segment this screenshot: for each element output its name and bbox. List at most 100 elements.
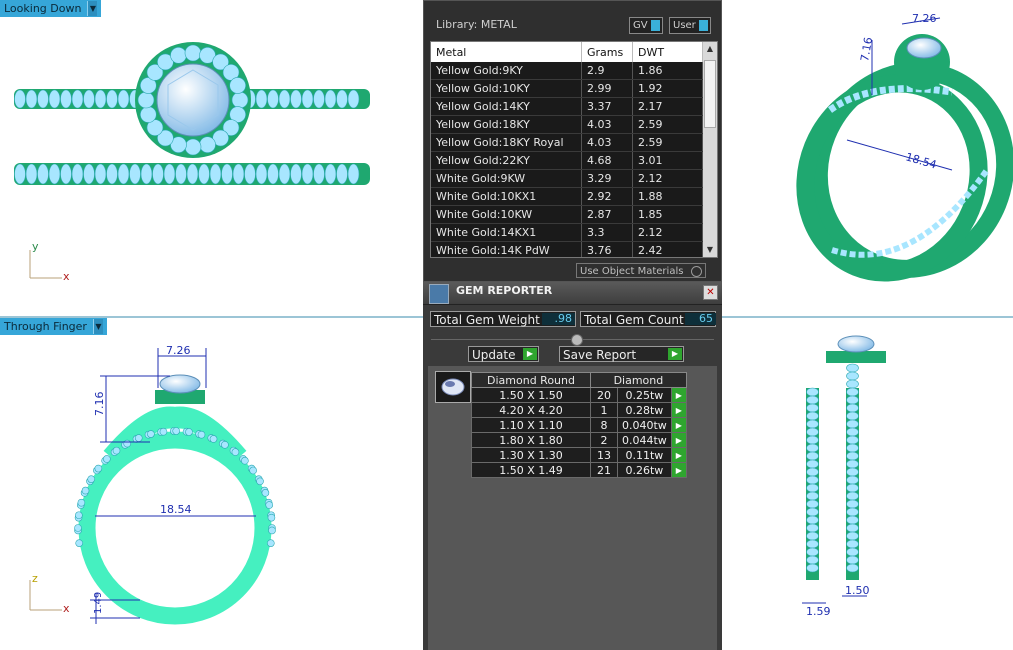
use-object-materials-toggle[interactable]: Use Object Materials bbox=[576, 263, 706, 278]
metal-row[interactable]: White Gold:14KX1 3.3 2.12 bbox=[431, 223, 703, 242]
band-stone bbox=[313, 89, 325, 109]
metal-cell-grams: 2.87 bbox=[581, 205, 633, 224]
viewport-side[interactable]: 1.59 1.50 bbox=[722, 318, 1013, 650]
metal-cell-grams: 4.03 bbox=[581, 133, 633, 152]
metal-row[interactable]: Yellow Gold:14KY 3.37 2.17 bbox=[431, 97, 703, 116]
metal-row[interactable]: Yellow Gold:18KY Royal 4.03 2.59 bbox=[431, 133, 703, 152]
radio-icon[interactable] bbox=[691, 266, 702, 277]
metal-row[interactable]: White Gold:14K PdW 3.76 2.42 bbox=[431, 241, 703, 257]
side-stone bbox=[846, 467, 859, 477]
metal-cell-dwt: 2.17 bbox=[632, 97, 703, 116]
metal-cell-grams: 4.03 bbox=[581, 115, 633, 134]
metal-row[interactable]: White Gold:9KW 3.29 2.12 bbox=[431, 169, 703, 188]
gem-row[interactable]: 1.50 X 1.50 20 0.25tw ▶ bbox=[471, 387, 687, 403]
metal-cell-metal: Yellow Gold:22KY bbox=[431, 151, 582, 170]
metal-cell-dwt: 1.88 bbox=[632, 187, 703, 206]
scroll-up-icon[interactable]: ▲ bbox=[703, 42, 717, 56]
gem-row[interactable]: 1.50 X 1.49 21 0.26tw ▶ bbox=[471, 462, 687, 478]
metal-row[interactable]: White Gold:10KX1 2.92 1.88 bbox=[431, 187, 703, 206]
gem-cell-count: 21 bbox=[590, 462, 618, 478]
band-stone bbox=[336, 89, 348, 109]
update-label: Update bbox=[472, 348, 516, 362]
total-gem-count-label: Total Gem Count bbox=[584, 313, 684, 327]
viewport-through-finger[interactable]: 7.26 7.16 18.54 1.49 z x Through Finger … bbox=[0, 318, 423, 650]
metal-row[interactable]: White Gold:10KW 2.87 1.85 bbox=[431, 205, 703, 224]
shank-stone bbox=[231, 448, 240, 456]
metal-cell-grams: 3.29 bbox=[581, 169, 633, 188]
shank-stone bbox=[75, 539, 83, 547]
band-stone bbox=[48, 89, 61, 109]
save-report-label: Save Report bbox=[563, 348, 637, 362]
viewport-label-through-finger[interactable]: Through Finger ▼ bbox=[0, 318, 107, 335]
gem-row-select-icon[interactable]: ▶ bbox=[670, 387, 687, 403]
gem-row-select-icon[interactable]: ▶ bbox=[670, 462, 687, 478]
viewport-perspective[interactable]: 7.26 7.16 18.54 bbox=[722, 0, 1013, 316]
metal-library-panel: Library: METAL GV User Metal Grams DWT Y… bbox=[423, 0, 722, 282]
dim-width-persp: 7.26 bbox=[912, 12, 937, 25]
side-stone bbox=[806, 499, 819, 509]
gem-cell-count: 8 bbox=[590, 417, 618, 433]
shank-stone bbox=[267, 539, 275, 547]
gv-toggle[interactable]: GV bbox=[629, 17, 663, 34]
gem-list-area: Diamond Round Diamond 1.50 X 1.50 20 0.25t… bbox=[428, 366, 717, 650]
gem-reporter-header[interactable]: GEM REPORTER ✕ bbox=[423, 282, 722, 305]
dim-band2: 1.50 bbox=[845, 584, 870, 597]
side-stone bbox=[806, 539, 819, 549]
scroll-down-icon[interactable]: ▼ bbox=[703, 243, 717, 257]
gem-cell-weight: 0.040tw bbox=[617, 417, 672, 433]
metal-row[interactable]: Yellow Gold:18KY 4.03 2.59 bbox=[431, 115, 703, 134]
update-button[interactable]: Update ▶ bbox=[468, 346, 539, 362]
side-stone bbox=[846, 483, 859, 493]
user-toggle[interactable]: User bbox=[669, 17, 711, 34]
side-stone bbox=[846, 499, 859, 509]
metal-cell-grams: 2.9 bbox=[581, 62, 633, 80]
viewport-label-looking-down[interactable]: Looking Down ▼ bbox=[0, 0, 102, 17]
metal-cell-grams: 3.3 bbox=[581, 223, 633, 242]
col-dwt[interactable]: DWT bbox=[632, 42, 703, 62]
gem-row-select-icon[interactable]: ▶ bbox=[670, 447, 687, 463]
metal-row[interactable]: Yellow Gold:9KY 2.9 1.86 bbox=[431, 62, 703, 80]
chevron-down-icon[interactable]: ▼ bbox=[92, 319, 103, 334]
gem-cell-weight: 0.25tw bbox=[617, 387, 672, 403]
gem-shape-icon[interactable] bbox=[435, 371, 471, 403]
gem-row[interactable]: 1.10 X 1.10 8 0.040tw ▶ bbox=[471, 417, 687, 433]
metal-scrollbar[interactable]: ▲ ▼ bbox=[703, 42, 717, 257]
side-stone bbox=[846, 547, 859, 557]
report-icon bbox=[429, 284, 449, 304]
side-stone bbox=[806, 467, 819, 477]
band-stone bbox=[117, 89, 130, 109]
gem-row-select-icon[interactable]: ▶ bbox=[670, 417, 687, 433]
chevron-down-icon[interactable]: ▼ bbox=[87, 1, 98, 16]
collapse-knob-icon[interactable] bbox=[571, 334, 583, 346]
scroll-thumb[interactable] bbox=[704, 60, 716, 128]
metal-row[interactable]: Yellow Gold:10KY 2.99 1.92 bbox=[431, 79, 703, 98]
shank-stone bbox=[94, 464, 103, 473]
metal-row[interactable]: Yellow Gold:22KY 4.68 3.01 bbox=[431, 151, 703, 170]
play-arrow-icon: ▶ bbox=[523, 348, 537, 360]
shank-stone bbox=[134, 434, 143, 442]
viewport-looking-down[interactable]: y x Looking Down ▼ bbox=[0, 0, 423, 316]
band-stone bbox=[71, 89, 84, 109]
band-stone bbox=[221, 163, 233, 185]
gem-row-select-icon[interactable]: ▶ bbox=[670, 432, 687, 448]
col-grams[interactable]: Grams bbox=[581, 42, 633, 62]
band-stone bbox=[14, 163, 26, 185]
band-stone bbox=[278, 89, 291, 109]
gem-row[interactable]: 1.30 X 1.30 13 0.11tw ▶ bbox=[471, 447, 687, 463]
band-stone bbox=[175, 163, 187, 185]
metal-cell-dwt: 2.59 bbox=[632, 115, 703, 134]
gem-row[interactable]: 4.20 X 4.20 1 0.28tw ▶ bbox=[471, 402, 687, 418]
col-metal[interactable]: Metal bbox=[431, 42, 582, 62]
gem-row-select-icon[interactable]: ▶ bbox=[670, 402, 687, 418]
metal-cell-dwt: 2.59 bbox=[632, 133, 703, 152]
ring-top-view: y x bbox=[14, 42, 370, 283]
side-stone bbox=[846, 435, 859, 445]
save-report-button[interactable]: Save Report ▶ bbox=[559, 346, 684, 362]
side-stone bbox=[806, 523, 819, 533]
close-icon[interactable]: ✕ bbox=[703, 285, 718, 300]
gem-cell-size: 1.80 X 1.80 bbox=[471, 432, 591, 448]
axis-z-label: z bbox=[32, 572, 38, 585]
halo-stone bbox=[229, 77, 246, 94]
gem-row[interactable]: 1.80 X 1.80 2 0.044tw ▶ bbox=[471, 432, 687, 448]
side-stone bbox=[846, 395, 859, 405]
